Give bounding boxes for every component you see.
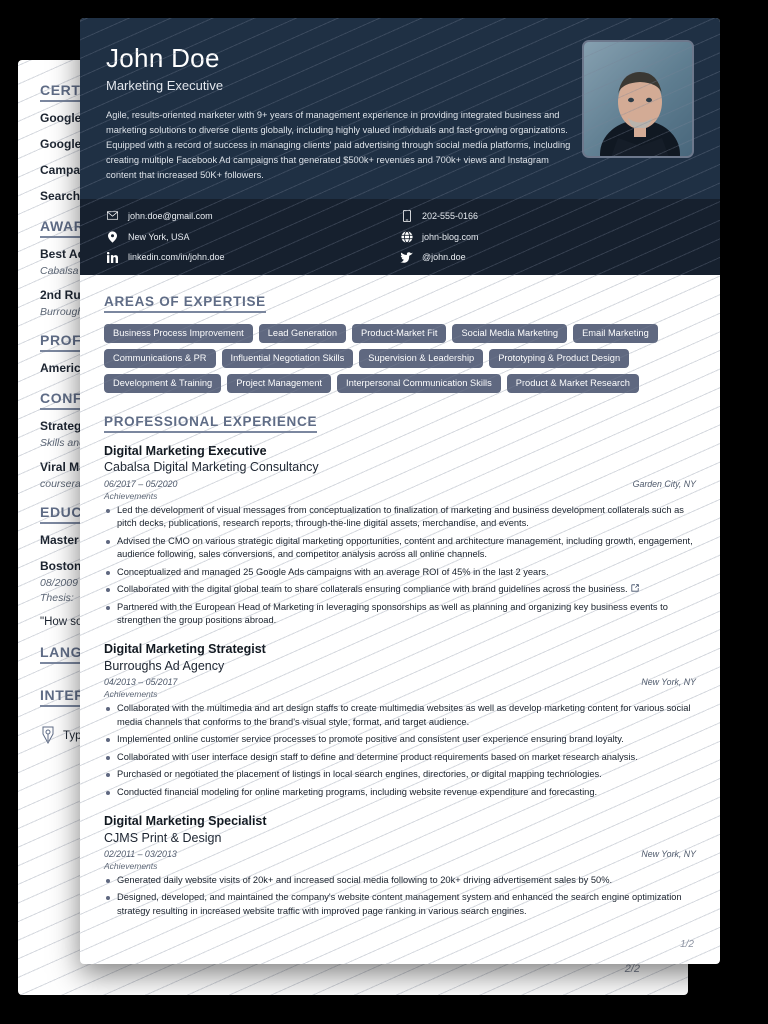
expertise-tag[interactable]: Supervision & Leadership: [359, 348, 484, 368]
expertise-tag[interactable]: Influential Negotiation Skills: [221, 348, 354, 368]
contact-bar: john.doe@gmail.com 202-555-0166 New York…: [80, 198, 720, 275]
expertise-tag[interactable]: Business Process Improvement: [104, 323, 253, 343]
contact-twitter[interactable]: @john.doe: [400, 252, 694, 263]
experience-item: Digital Marketing Executive Cabalsa Digit…: [104, 444, 696, 628]
portrait-illustration: [584, 42, 692, 156]
contact-linkedin-value: linkedin.com/in/john.doe: [128, 252, 225, 263]
expertise-tag[interactable]: Project Management: [227, 373, 332, 393]
website-icon: [400, 230, 413, 243]
resume-body: AREAS OF EXPERTISE Business Process Impr…: [80, 275, 720, 919]
achievement-text: Collaborated with the multimedia and art…: [117, 703, 691, 727]
experience-job-title: Digital Marketing Specialist: [104, 814, 267, 829]
page-1-number: 1/2: [680, 939, 694, 950]
achievement-bullet: Conducted financial modeling for online …: [104, 786, 696, 799]
experience-job-title: Digital Marketing Executive: [104, 443, 267, 458]
contact-website-value: john-blog.com: [422, 231, 479, 242]
experience-date-range: 02/2011 – 03/2013: [104, 849, 177, 860]
experience-job-title: Digital Marketing Strategist: [104, 642, 266, 657]
achievement-text: Conceptualized and managed 25 Google Ads…: [117, 566, 549, 577]
contact-linkedin[interactable]: linkedin.com/in/john.doe: [106, 251, 400, 263]
achievement-bullet: Partnered with the European Head of Mark…: [104, 601, 696, 628]
experience-location: Garden City, NY: [632, 478, 696, 489]
experience-meta-row: 02/2011 – 03/2013 New York, NY: [104, 849, 696, 859]
experience-list: Digital Marketing Executive Cabalsa Digit…: [104, 444, 696, 919]
achievement-bullet: Advised the CMO on various strategic dig…: [104, 535, 696, 562]
resume-header: John Doe Marketing Executive Agile, resu…: [80, 18, 720, 199]
phone-icon: [400, 209, 413, 222]
location-icon: [106, 231, 119, 243]
external-link-icon[interactable]: [630, 583, 639, 595]
experience-location: New York, NY: [641, 677, 696, 688]
section-heading-experience: PROFESSIONAL EXPERIENCE: [104, 414, 318, 433]
experience-meta-row: 06/2017 – 05/2020 Garden City, NY: [104, 479, 696, 489]
achievement-bullet: Collaborated with the digital global tea…: [104, 583, 696, 596]
achievement-bullet: Purchased or negotiated the placement of…: [104, 768, 696, 781]
contact-location-value: New York, USA: [128, 231, 190, 242]
achievement-text: Collaborated with user interface design …: [117, 751, 638, 762]
contact-email-value: john.doe@gmail.com: [128, 210, 213, 221]
expertise-tag[interactable]: Lead Generation: [258, 323, 346, 343]
experience-company: Cabalsa Digital Marketing Consultancy: [104, 460, 319, 475]
experience-item: Digital Marketing Specialist CJMS Print &…: [104, 814, 696, 918]
expertise-tag[interactable]: Interpersonal Communication Skills: [337, 373, 501, 393]
achievement-text: Conducted financial modeling for online …: [117, 786, 598, 797]
experience-location: New York, NY: [641, 849, 696, 860]
expertise-tag[interactable]: Social Media Marketing: [452, 323, 568, 343]
achievement-bullet: Designed, developed, and maintained the …: [104, 891, 696, 918]
professional-summary: Agile, results-oriented marketer with 9+…: [106, 109, 571, 180]
achievement-text: Collaborated with the digital global tea…: [117, 584, 628, 595]
linkedin-icon: [106, 251, 119, 263]
achievements-label: Achievements: [104, 490, 158, 501]
section-heading-expertise: AREAS OF EXPERTISE: [104, 294, 266, 313]
achievement-text: Partnered with the European Head of Mark…: [117, 601, 668, 625]
expertise-tag[interactable]: Email Marketing: [573, 323, 658, 343]
achievement-text: Implemented online customer service proc…: [117, 734, 624, 745]
experience-company: Burroughs Ad Agency: [104, 659, 225, 674]
achievement-text: Advised the CMO on various strategic dig…: [117, 535, 693, 560]
achievement-bullet: Led the development of visual messages f…: [104, 504, 696, 531]
screenshot-stage: CERTIFICATESGoogle AnalyticsGoogle AdsCa…: [0, 0, 768, 1024]
achievements-label: Achievements: [104, 689, 158, 700]
expertise-tag[interactable]: Product-Market Fit: [352, 323, 447, 343]
achievement-bullet: Generated daily website visits of 20k+ a…: [104, 874, 696, 887]
experience-date-range: 06/2017 – 05/2020: [104, 478, 178, 489]
achievement-text: Generated daily website visits of 20k+ a…: [117, 875, 613, 886]
achievement-bullet: Collaborated with the multimedia and art…: [104, 702, 696, 729]
avatar: [582, 40, 694, 158]
pen-nib-icon: [40, 726, 56, 747]
experience-meta-row: 04/2013 – 05/2017 New York, NY: [104, 677, 696, 687]
achievement-bullet: Conceptualized and managed 25 Google Ads…: [104, 566, 696, 579]
achievement-bullet: Collaborated with user interface design …: [104, 751, 696, 764]
email-icon: [106, 211, 119, 220]
contact-twitter-value: @john.doe: [422, 252, 466, 263]
expertise-tag[interactable]: Development & Training: [104, 373, 222, 393]
achievement-bullet: Implemented online customer service proc…: [104, 733, 696, 746]
contact-location[interactable]: New York, USA: [106, 231, 400, 243]
contact-phone-value: 202-555-0166: [422, 210, 479, 221]
achievement-list: Generated daily website visits of 20k+ a…: [104, 874, 696, 918]
expertise-tag[interactable]: Communications & PR: [104, 348, 216, 368]
contact-email[interactable]: john.doe@gmail.com: [106, 210, 400, 222]
resume-page-1[interactable]: John Doe Marketing Executive Agile, resu…: [80, 18, 720, 964]
achievement-text: Led the development of visual messages f…: [117, 504, 684, 529]
twitter-icon: [400, 252, 413, 263]
expertise-tag-list: Business Process Improvement Lead Generat…: [104, 323, 696, 393]
expertise-tag[interactable]: Product & Market Research: [506, 373, 639, 393]
experience-date-range: 04/2013 – 05/2017: [104, 677, 178, 688]
achievements-label: Achievements: [104, 861, 158, 872]
contact-phone[interactable]: 202-555-0166: [400, 209, 694, 222]
achievement-text: Designed, developed, and maintained the …: [117, 892, 682, 916]
experience-company: CJMS Print & Design: [104, 830, 222, 845]
achievement-list: Collaborated with the multimedia and art…: [104, 702, 696, 799]
experience-item: Digital Marketing Strategist Burroughs Ad…: [104, 642, 696, 799]
achievement-text: Purchased or negotiated the placement of…: [117, 769, 602, 780]
expertise-tag[interactable]: Prototyping & Product Design: [489, 348, 630, 368]
contact-website[interactable]: john-blog.com: [400, 230, 694, 243]
achievement-list: Led the development of visual messages f…: [104, 504, 696, 628]
page-2-number: 2/2: [624, 963, 640, 975]
